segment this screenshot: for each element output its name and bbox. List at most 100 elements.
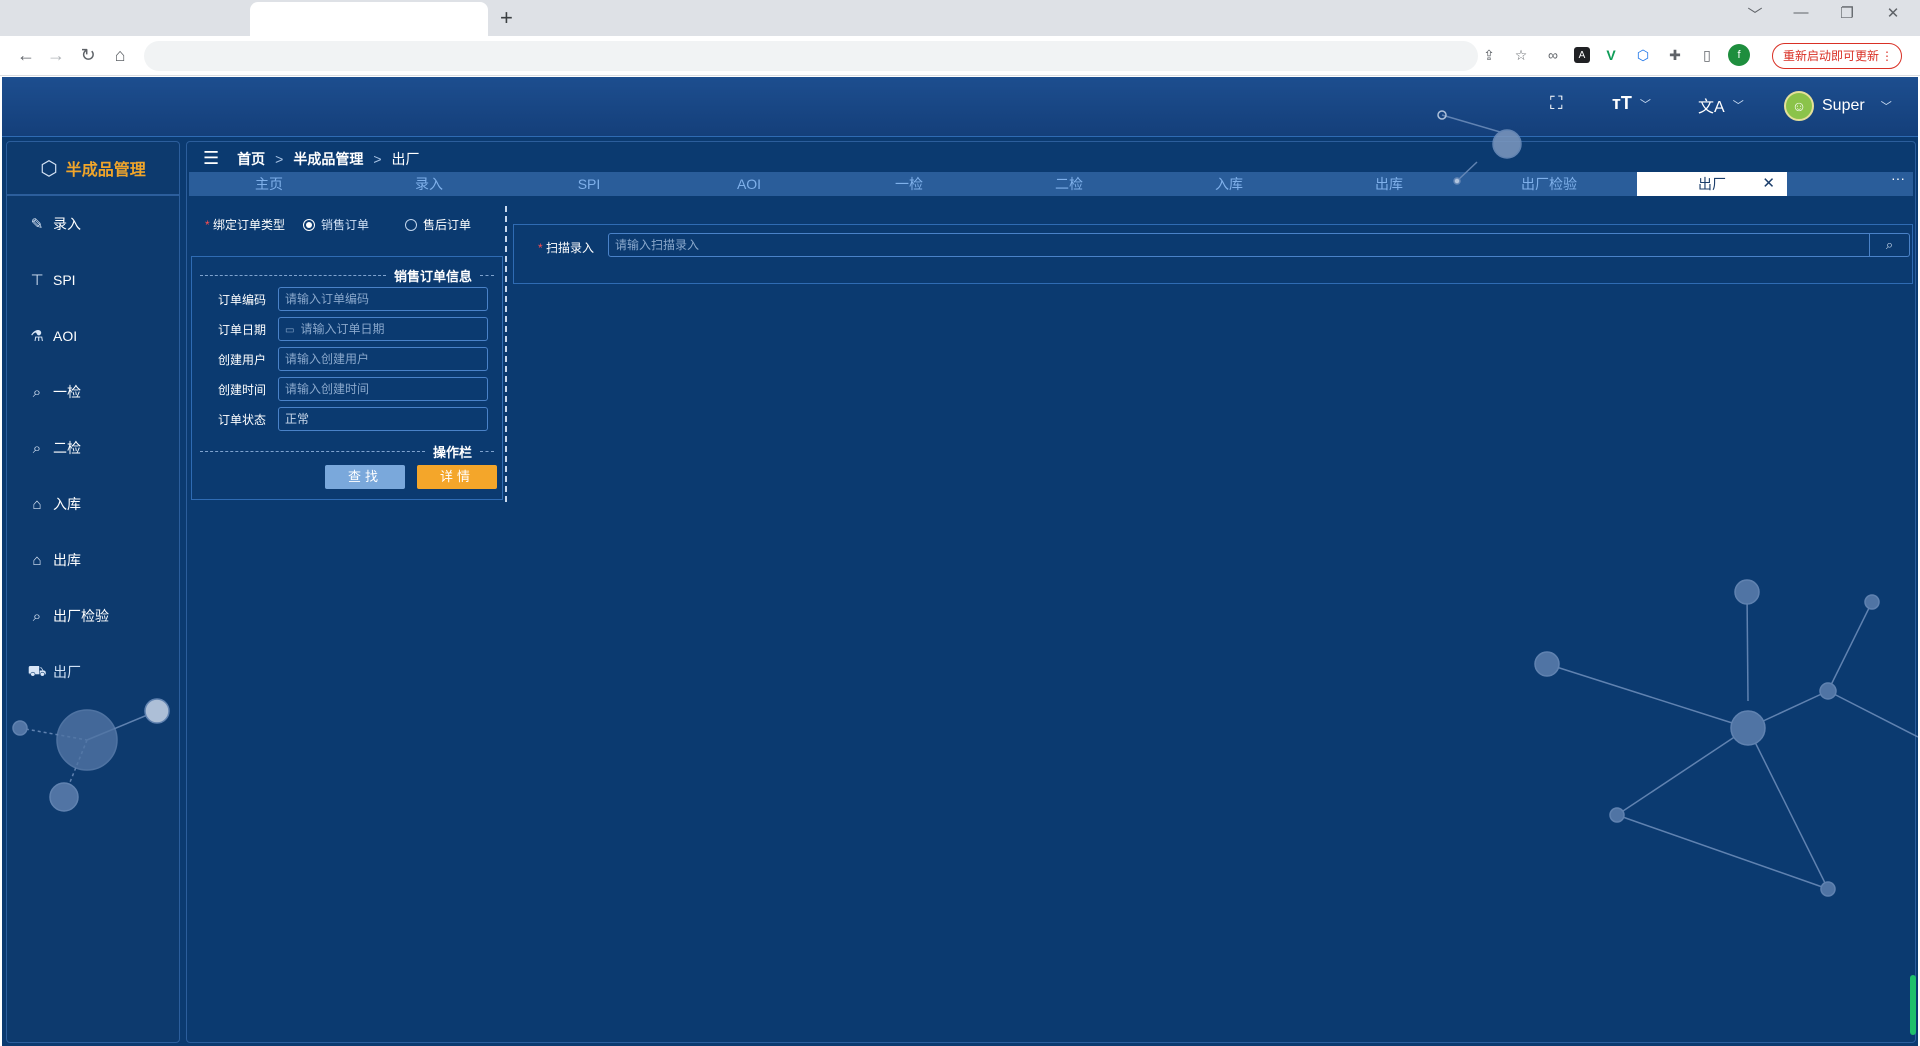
address-bar[interactable] bbox=[144, 41, 1478, 71]
browser-tab-inactive[interactable] bbox=[4, 2, 248, 36]
order-code-input[interactable]: 请输入订单编码 bbox=[278, 287, 488, 311]
new-tab-button[interactable]: + bbox=[500, 5, 513, 31]
minimize-button[interactable]: — bbox=[1788, 4, 1814, 25]
app-root: ⛶ тT ﹀ 文A ﹀ ☺ Super ﹀ ⬡ 半成品管理 ✎ 录入 ⊤ SPI bbox=[2, 77, 1918, 1046]
sidebar-item-warehouse-out[interactable]: ⌂ 出库 bbox=[7, 532, 179, 588]
font-size-dropdown[interactable]: тT ﹀ bbox=[1612, 93, 1651, 114]
sidebar-item-warehouse-in[interactable]: ⌂ 入库 bbox=[7, 476, 179, 532]
menu-toggle-icon[interactable]: ☰ bbox=[203, 148, 219, 169]
tab-warehouse-out[interactable]: 出库 bbox=[1309, 172, 1469, 196]
vue-icon[interactable]: V bbox=[1600, 44, 1622, 66]
star-icon[interactable]: ☆ bbox=[1510, 44, 1532, 66]
sidebar-item-label: 二检 bbox=[53, 440, 81, 456]
tab-first-inspection[interactable]: 一检 bbox=[829, 172, 989, 196]
breadcrumb-home[interactable]: 首页 bbox=[237, 149, 265, 169]
created-by-input[interactable]: 请输入创建用户 bbox=[278, 347, 488, 371]
tab-shipment[interactable]: 出厂 ✕ bbox=[1637, 172, 1787, 196]
update-button[interactable]: 重新启动即可更新 ⋮ bbox=[1772, 43, 1903, 69]
detail-button[interactable]: 详情 bbox=[417, 465, 497, 489]
main-content: ☰ 首页 > 半成品管理 > 出厂 主页 录入 SPI AOI 一检 二检 入库… bbox=[186, 141, 1916, 1043]
radio-sales-order[interactable]: 销售订单 bbox=[303, 216, 369, 233]
warehouse-icon: ⌂ bbox=[32, 551, 42, 569]
puzzle-icon[interactable]: ✚ bbox=[1664, 44, 1686, 66]
created-time-input[interactable]: 请输入创建时间 bbox=[278, 377, 488, 401]
user-menu[interactable]: ☺ Super ﹀ bbox=[1784, 91, 1892, 121]
back-arrow-icon[interactable]: ← bbox=[14, 45, 38, 66]
sidebar-item-first-inspection[interactable]: ⌕ 一检 bbox=[7, 364, 179, 420]
scan-input[interactable]: 请输入扫描录入 bbox=[608, 233, 1870, 257]
actions-title-text: 操作栏 bbox=[432, 444, 472, 460]
scan-panel: * 扫描录入 请输入扫描录入 ⌕ bbox=[513, 224, 1913, 284]
field-label: 订单编码 bbox=[217, 292, 266, 307]
radio-label: 售后订单 bbox=[423, 218, 472, 232]
tab-shipment-label: 出厂 bbox=[1698, 176, 1726, 192]
search-icon: ⌕ bbox=[1885, 237, 1894, 252]
chevron-down-icon: ﹀ bbox=[1880, 101, 1892, 113]
sidebar-item-second-inspection[interactable]: ⌕ 二检 bbox=[7, 420, 179, 476]
close-icon[interactable]: ✕ bbox=[1762, 172, 1775, 196]
font-size-icon: тT bbox=[1612, 93, 1632, 113]
browser-tab-strip: + ﹀ — ❐ ✕ bbox=[0, 0, 1920, 36]
tab-aoi[interactable]: AOI bbox=[669, 172, 829, 196]
link-icon[interactable]: ∞ bbox=[1542, 44, 1564, 66]
tab-search-button[interactable]: ﹀ bbox=[1742, 4, 1768, 25]
breadcrumb-separator: > bbox=[275, 150, 284, 167]
more-tabs-button[interactable]: ··· bbox=[1891, 170, 1905, 186]
divider bbox=[480, 274, 494, 276]
fullscreen-icon: ⛶ bbox=[1550, 93, 1563, 113]
search-button[interactable]: 查找 bbox=[325, 465, 405, 489]
sidebar-item-spi[interactable]: ⊤ SPI bbox=[7, 252, 179, 308]
sidebar-item-shipment[interactable]: ⛟ 出厂 bbox=[7, 644, 179, 700]
tab-second-inspection[interactable]: 二检 bbox=[989, 172, 1149, 196]
sidebar-item-shipment-inspection[interactable]: ⌕ 出厂检验 bbox=[7, 588, 179, 644]
radio-checked-icon bbox=[303, 218, 316, 231]
breadcrumb-level1[interactable]: 半成品管理 bbox=[293, 149, 363, 169]
close-window-button[interactable]: ✕ bbox=[1880, 4, 1906, 25]
paint-roller-icon: ⊤ bbox=[30, 272, 44, 289]
panel-divider bbox=[505, 206, 507, 502]
language-dropdown[interactable]: 文A ﹀ bbox=[1698, 93, 1744, 117]
sidebar-item-aoi[interactable]: ⚗ AOI bbox=[7, 308, 179, 364]
home-icon[interactable]: ⌂ bbox=[108, 45, 132, 66]
field-label: 订单日期 bbox=[217, 322, 266, 337]
avatar: ☺ bbox=[1784, 91, 1814, 121]
profile-avatar[interactable]: f bbox=[1728, 44, 1750, 66]
sidebar-item-label: 出厂检验 bbox=[53, 608, 109, 624]
browser-tab-active[interactable] bbox=[250, 2, 488, 36]
scroll-indicator[interactable] bbox=[1910, 975, 1916, 1035]
tab-entry[interactable]: 录入 bbox=[349, 172, 509, 196]
order-date-input[interactable]: ▭ 请输入订单日期 bbox=[278, 317, 488, 341]
radio-after-sales-order[interactable]: 售后订单 bbox=[405, 216, 471, 233]
edit-icon: ✎ bbox=[30, 216, 44, 233]
sidebar-title[interactable]: ⬡ 半成品管理 bbox=[7, 142, 179, 196]
sidebar-item-label: 一检 bbox=[53, 384, 81, 400]
font-icon[interactable]: A bbox=[1574, 47, 1590, 63]
flask-icon: ⚗ bbox=[30, 328, 44, 345]
field-order-date: 订单日期 ▭ 请输入订单日期 bbox=[192, 317, 502, 341]
share-icon[interactable]: ⇪ bbox=[1478, 44, 1500, 66]
field-created-time: 创建时间 请输入创建时间 bbox=[192, 377, 502, 401]
forward-arrow-icon[interactable]: → bbox=[44, 45, 68, 66]
sidebar-item-label: SPI bbox=[53, 272, 76, 288]
fullscreen-button[interactable]: ⛶ bbox=[1550, 93, 1563, 114]
order-status-input[interactable]: 正常 bbox=[278, 407, 488, 431]
reload-icon[interactable]: ↻ bbox=[76, 45, 100, 66]
tab-shipment-inspection[interactable]: 出厂检验 bbox=[1469, 172, 1629, 196]
box-icon[interactable]: ⬡ bbox=[1632, 44, 1654, 66]
order-type-label: 绑定订单类型 bbox=[213, 218, 286, 232]
divider bbox=[200, 450, 425, 452]
field-label: 订单状态 bbox=[217, 412, 266, 427]
tab-home[interactable]: 主页 bbox=[189, 172, 349, 196]
sidebar-item-entry[interactable]: ✎ 录入 bbox=[7, 196, 179, 252]
radio-unchecked-icon bbox=[405, 218, 418, 231]
sidebar-item-label: 出库 bbox=[53, 552, 81, 568]
scan-search-button[interactable]: ⌕ bbox=[1870, 233, 1910, 257]
divider bbox=[200, 274, 386, 276]
translate-icon: 文A bbox=[1698, 99, 1725, 116]
sidepanel-icon[interactable]: ▯ bbox=[1696, 44, 1718, 66]
field-label: 创建用户 bbox=[217, 352, 266, 367]
restore-button[interactable]: ❐ bbox=[1834, 4, 1860, 25]
tab-warehouse-in[interactable]: 入库 bbox=[1149, 172, 1309, 196]
order-type-label-wrap: * 绑定订单类型 bbox=[205, 216, 285, 233]
tab-spi[interactable]: SPI bbox=[509, 172, 669, 196]
